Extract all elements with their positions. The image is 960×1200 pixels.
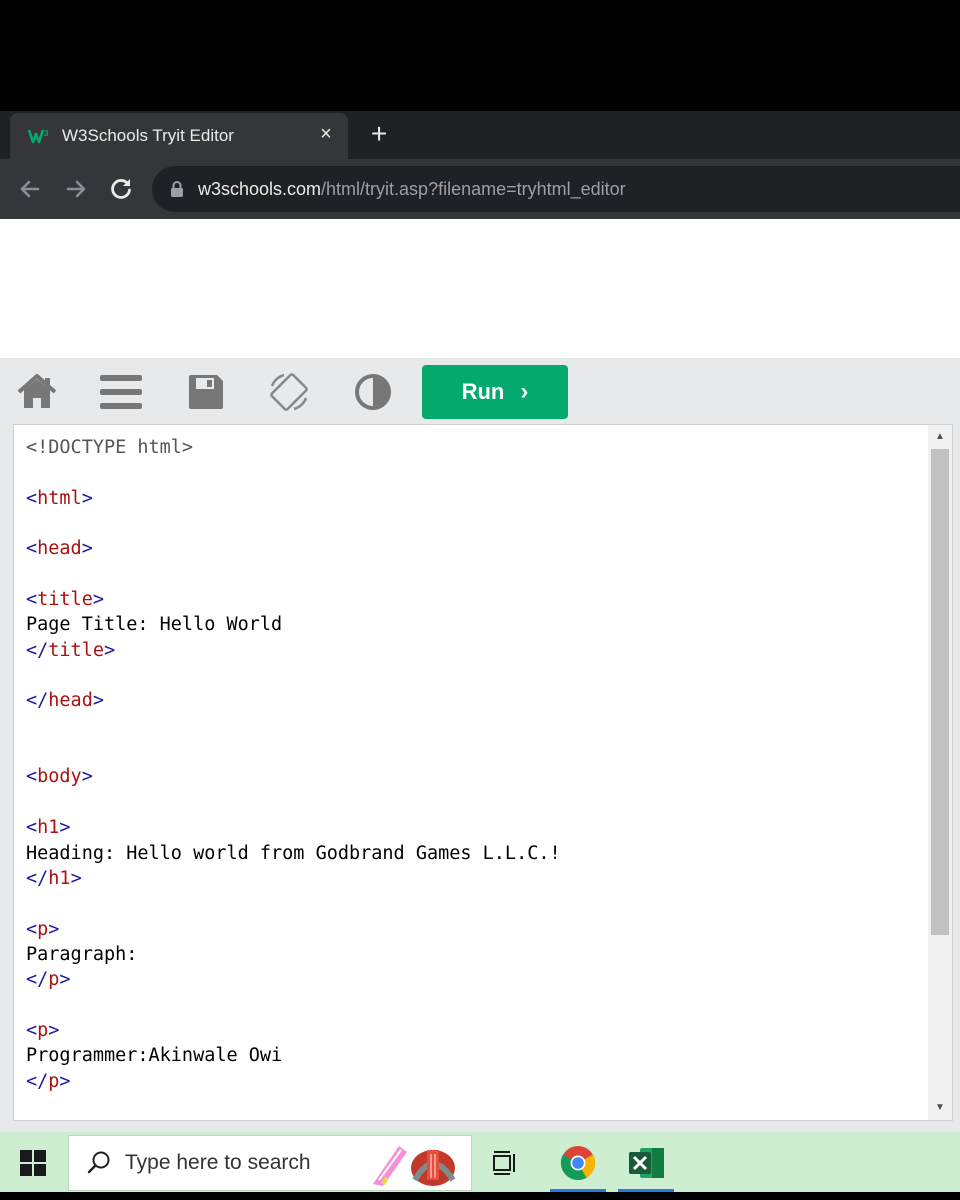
code-line[interactable] — [26, 714, 561, 739]
code-line[interactable] — [26, 790, 561, 815]
code-line[interactable]: <!DOCTYPE html> — [26, 435, 561, 460]
search-icon — [87, 1151, 110, 1174]
scrollbar-thumb[interactable] — [931, 449, 949, 935]
back-arrow-icon[interactable] — [16, 175, 44, 203]
code-line[interactable]: <body> — [26, 764, 561, 789]
code-line[interactable] — [26, 663, 561, 688]
home-icon[interactable] — [16, 372, 58, 412]
code-line[interactable]: <h1> — [26, 815, 561, 840]
tab-w3schools[interactable]: 3 W3Schools Tryit Editor × — [10, 113, 348, 159]
code-line[interactable]: <head> — [26, 536, 561, 561]
save-icon[interactable] — [186, 372, 228, 412]
code-line[interactable] — [26, 993, 561, 1018]
scroll-down-arrow-icon[interactable]: ▼ — [933, 1102, 947, 1114]
chrome-icon — [560, 1146, 596, 1180]
reload-icon[interactable] — [107, 175, 135, 203]
run-button[interactable]: Run › — [422, 365, 568, 419]
run-label: Run — [461, 379, 505, 404]
tab-strip: 3 W3Schools Tryit Editor × + — [0, 111, 960, 159]
browser-toolbar: w3schools.com/html/tryit.asp?filename=tr… — [0, 159, 960, 219]
rotate-icon[interactable] — [268, 372, 310, 412]
letterbox-bottom — [0, 1192, 960, 1200]
code-line[interactable]: <p> — [26, 917, 561, 942]
code-line[interactable] — [26, 891, 561, 916]
tab-close-icon[interactable]: × — [316, 124, 336, 144]
code-line[interactable] — [26, 511, 561, 536]
code-line[interactable]: Heading: Hello world from Godbrand Games… — [26, 841, 561, 866]
url-path: /html/tryit.asp?filename=tryhtml_editor — [321, 178, 626, 199]
taskbar-search-box[interactable]: Type here to search — [68, 1135, 472, 1191]
forward-arrow-icon[interactable] — [62, 175, 90, 203]
url-host: w3schools.com — [198, 178, 322, 199]
code-editor[interactable]: <!DOCTYPE html> <html> <head> <title> Pag… — [13, 424, 953, 1121]
code-line[interactable]: Programmer:Akinwale Owi — [26, 1043, 561, 1068]
code-line[interactable]: </p> — [26, 1069, 561, 1094]
lock-icon — [171, 181, 183, 197]
chrome-taskbar-app[interactable] — [548, 1132, 608, 1192]
tryit-toolbar: Run › — [0, 358, 960, 424]
code-line[interactable] — [26, 460, 561, 485]
code-line[interactable]: </p> — [26, 967, 561, 992]
code-line[interactable]: <title> — [26, 587, 561, 612]
w3schools-favicon-icon: 3 — [28, 129, 49, 144]
page-content: Run › <!DOCTYPE html> <html> <head> <tit… — [0, 219, 960, 1132]
search-highlight-illustration-icon — [373, 1146, 456, 1186]
svg-text:3: 3 — [44, 129, 49, 138]
code-line[interactable]: </title> — [26, 638, 561, 663]
blank-banner-area — [0, 219, 960, 358]
task-view-icon[interactable] — [492, 1150, 518, 1176]
chevron-right-icon: › — [520, 378, 529, 405]
excel-taskbar-app[interactable] — [616, 1132, 676, 1192]
letterbox-top — [0, 0, 960, 111]
code-line[interactable]: </h1> — [26, 866, 561, 891]
code-line[interactable] — [26, 739, 561, 764]
code-line[interactable]: Page Title: Hello World — [26, 612, 561, 637]
new-tab-button[interactable]: + — [366, 120, 392, 148]
code-content[interactable]: <!DOCTYPE html> <html> <head> <title> Pag… — [26, 435, 561, 1094]
menu-icon[interactable] — [100, 372, 142, 412]
excel-icon — [629, 1148, 664, 1178]
search-placeholder: Type here to search — [125, 1151, 311, 1174]
code-line[interactable]: <html> — [26, 486, 561, 511]
code-line[interactable]: <p> — [26, 1018, 561, 1043]
editor-scrollbar[interactable]: ▲ ▼ — [928, 425, 952, 1120]
address-bar[interactable]: w3schools.com/html/tryit.asp?filename=tr… — [152, 166, 960, 212]
editor-container: <!DOCTYPE html> <html> <head> <title> Pag… — [0, 424, 960, 1132]
code-line[interactable]: </head> — [26, 688, 561, 713]
scroll-up-arrow-icon[interactable]: ▲ — [933, 431, 947, 443]
windows-start-icon[interactable] — [20, 1150, 46, 1176]
code-line[interactable]: Paragraph: — [26, 942, 561, 967]
windows-taskbar: Type here to search — [0, 1132, 960, 1192]
contrast-icon[interactable] — [352, 372, 394, 412]
tab-title: W3Schools Tryit Editor — [62, 126, 234, 145]
code-line[interactable] — [26, 562, 561, 587]
